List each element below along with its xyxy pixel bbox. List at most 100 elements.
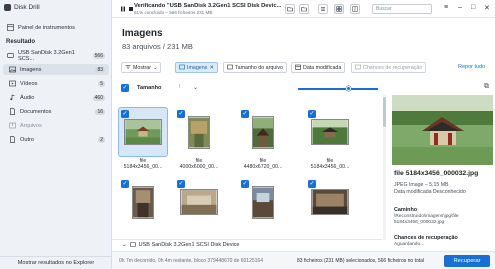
sidebar-item-dashboard[interactable]: Painel de instrumentos: [3, 22, 109, 33]
status-bar: 0h 7m decorrido, 0h 4m restante, bloco 3…: [112, 251, 495, 269]
tile-checkbox[interactable]: ✓: [121, 110, 129, 118]
file-tile[interactable]: ✓ file 4000x6000_00...: [174, 107, 224, 172]
sidebar-item-label: Vídeos: [20, 80, 38, 87]
file-tile[interactable]: ✓ file 5184x3456_00...: [118, 107, 168, 172]
reset-all-link[interactable]: Repor tudo: [458, 64, 485, 70]
image-icon: [9, 66, 16, 73]
file-tile[interactable]: ✓: [305, 177, 355, 239]
split-view-button[interactable]: [350, 4, 360, 14]
file-tile[interactable]: ✓: [174, 177, 224, 239]
sidebar-item-count: 2: [98, 136, 105, 143]
file-size-filter-chip[interactable]: Tamanho do arquivo: [223, 62, 287, 73]
tile-checkbox[interactable]: ✓: [241, 180, 249, 188]
close-icon[interactable]: ✕: [209, 65, 213, 71]
chip-label: Chances de recuperação: [363, 64, 423, 71]
sidebar-item-archives[interactable]: Arquivos: [3, 120, 109, 131]
document-icon: [9, 108, 16, 115]
thumbnail-image: [124, 119, 162, 145]
tile-checkbox[interactable]: ✓: [241, 110, 249, 118]
chevron-down-icon[interactable]: ⌄: [193, 84, 198, 91]
preview-path-value: \Reconstruído\imagens\jpg\file 5184x3456…: [394, 214, 459, 225]
date-modified-filter-chip[interactable]: Data modificada: [291, 62, 346, 73]
sidebar-item-count: 460: [92, 94, 105, 101]
file-tile[interactable]: ✓: [238, 177, 288, 239]
sidebar-item-count: 16: [95, 108, 105, 115]
tile-checkbox[interactable]: ✓: [308, 180, 316, 188]
file-tile[interactable]: ✓: [118, 177, 168, 239]
file-name-detail: 4480x6720_00...: [243, 164, 283, 170]
page-title: Imagens: [122, 28, 163, 39]
menu-icon[interactable]: ≡: [444, 4, 448, 11]
sort-ascending-icon[interactable]: ↑: [178, 84, 181, 90]
file-name-detail: 5184x3456_00...: [310, 164, 350, 170]
sidebar-item-audio[interactable]: Áudio 460: [3, 92, 109, 103]
file-name-detail: 5184x3456_00...: [123, 164, 163, 170]
selection-summary: 83 ficheiros (231 MB) selecionados, 566 …: [297, 258, 425, 264]
chip-label: Data modificada: [303, 64, 342, 71]
scrollbar-thumb[interactable]: [383, 97, 386, 127]
list-view-button[interactable]: [318, 4, 328, 14]
sidebar-item-videos[interactable]: Vídeos 5: [3, 78, 109, 89]
file-tile[interactable]: ✓ file 4480x6720_00...: [238, 107, 288, 172]
sidebar-item-documents[interactable]: Documentos 16: [3, 106, 109, 117]
show-in-explorer-button[interactable]: Mostrar resultados no Explorer: [0, 256, 112, 269]
thumbnail-size-slider[interactable]: [298, 88, 378, 90]
sidebar-item-label: Painel de instrumentos: [18, 24, 75, 31]
sidebar-item-label: Imagens: [20, 66, 42, 73]
top-bar: Verificando "USB SanDisk 3.2Gen1 SCSI Di…: [112, 0, 495, 18]
thumbnail-image: [252, 185, 274, 219]
sidebar: Disk Drill Painel de instrumentos Result…: [0, 0, 112, 269]
sidebar-item-images[interactable]: Imagens 83: [3, 64, 109, 75]
preview-chances-label: Chances de recuperação: [394, 235, 458, 241]
chevron-down-icon: ⌄: [152, 64, 158, 71]
image-icon: [179, 64, 185, 72]
archive-icon: [9, 122, 16, 129]
thumbnail-image: [180, 189, 218, 215]
close-icon[interactable]: ✕: [484, 4, 490, 12]
thumbnail-image: [188, 115, 210, 149]
images-filter-chip[interactable]: Imagens ✕: [175, 62, 218, 73]
search-input[interactable]: Buscar: [372, 4, 432, 14]
tile-checkbox[interactable]: ✓: [177, 110, 185, 118]
file-tile[interactable]: ✓ file 5184x3456_00...: [305, 107, 355, 172]
chevron-down-icon: ⌄: [122, 242, 127, 248]
sidebar-item-label: Arquivos: [20, 122, 42, 129]
recovery-chances-filter-chip[interactable]: Chances de recuperação: [351, 62, 427, 73]
recover-button[interactable]: Recuperar: [444, 255, 490, 267]
slider-handle[interactable]: [346, 86, 351, 91]
sort-label: Tamanho: [137, 85, 162, 91]
maximize-icon[interactable]: □: [471, 4, 475, 11]
sidebar-item-label: Áudio: [20, 94, 35, 101]
app-brand: Disk Drill: [4, 4, 40, 11]
usb-drive-icon: [7, 52, 14, 59]
app-name: Disk Drill: [14, 4, 40, 11]
folder-tree-button[interactable]: [299, 4, 309, 14]
tile-checkbox[interactable]: ✓: [308, 110, 316, 118]
sidebar-item-count: 5: [98, 80, 105, 87]
show-filter-dropdown[interactable]: Mostrar ⌄: [121, 62, 162, 73]
folder-view-button[interactable]: [285, 4, 295, 14]
preview-file-type: JPEG Image – 5,15 MB: [394, 182, 449, 188]
device-group-label: USB SanDisk 3.2Gen1 SCSI Disk Device: [138, 242, 240, 248]
select-all-checkbox[interactable]: ✓: [121, 84, 129, 92]
device-group-header[interactable]: ⌄ USB SanDisk 3.2Gen1 SCSI Disk Device: [112, 239, 382, 250]
scan-title: Verificando "USB SanDisk 3.2Gen1 SCSI Di…: [134, 3, 282, 9]
file-grid: ✓ file 5184x3456_00... ✓ file 4000x6000_…: [112, 95, 382, 239]
image-icon: [227, 64, 233, 72]
calendar-icon: [295, 64, 301, 72]
tile-checkbox[interactable]: ✓: [177, 180, 185, 188]
thumbnail-image: [132, 185, 154, 219]
tile-checkbox[interactable]: ✓: [121, 180, 129, 188]
sidebar-section-title: Resultado: [6, 39, 36, 45]
dashboard-icon: [7, 24, 14, 31]
grid-view-button[interactable]: [334, 4, 344, 14]
minimize-icon[interactable]: –: [458, 4, 462, 11]
preview-file-name: file 5184x3456_000032.jpg: [394, 170, 479, 177]
sidebar-item-device[interactable]: USB SanDisk 3.2Gen1 SCS... 566: [3, 50, 109, 62]
open-external-icon[interactable]: ⧉: [484, 83, 489, 91]
file-name-detail: 4000x6000_00...: [179, 164, 219, 170]
usb-drive-icon: [129, 241, 136, 249]
filter-icon: [125, 64, 131, 72]
sidebar-item-other[interactable]: Outro 2: [3, 134, 109, 145]
sidebar-item-label: Documentos: [20, 108, 52, 115]
